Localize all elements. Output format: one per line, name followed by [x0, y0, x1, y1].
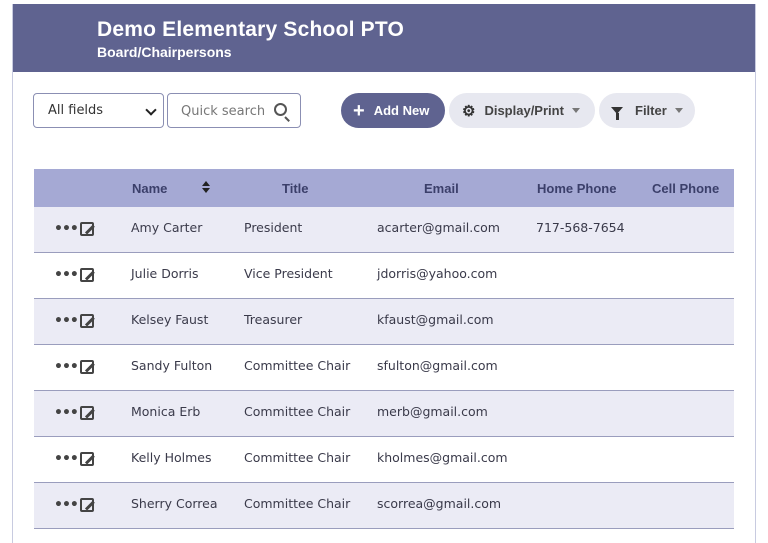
table-row[interactable]: ••• Kelsey Faust Treasurer kfaust@gmail.com — [34, 299, 734, 345]
add-new-button[interactable]: + Add New — [341, 93, 445, 128]
display-print-label: Display/Print — [484, 103, 564, 118]
cell-title: Vice President — [244, 266, 333, 281]
cell-email[interactable]: kfaust@gmail.com — [377, 312, 494, 327]
cell-name: Julie Dorris — [131, 266, 199, 281]
column-header-email[interactable]: Email — [424, 181, 459, 196]
edit-icon[interactable] — [80, 406, 94, 420]
more-options-icon[interactable]: ••• — [54, 267, 79, 283]
column-header-home-phone[interactable]: Home Phone — [537, 181, 616, 196]
more-options-icon[interactable]: ••• — [54, 221, 79, 237]
cell-title: President — [244, 220, 303, 235]
table-header: Name Title Email Home Phone Cell Phone — [34, 169, 734, 207]
cell-title: Committee Chair — [244, 450, 351, 465]
edit-icon[interactable] — [80, 314, 94, 328]
gear-icon: ⚙ — [462, 102, 476, 120]
edit-icon[interactable] — [80, 222, 94, 236]
display-print-button[interactable]: ⚙ Display/Print — [449, 93, 595, 128]
more-options-icon[interactable]: ••• — [54, 405, 79, 421]
page-title: Demo Elementary School PTO — [97, 18, 405, 41]
table-row[interactable]: ••• Monica Erb Committee Chair merb@gmail.c… — [34, 391, 734, 437]
funnel-icon — [611, 107, 623, 120]
cell-email[interactable]: merb@gmail.com — [377, 404, 488, 419]
chevron-down-icon — [145, 104, 157, 116]
cell-title: Treasurer — [244, 312, 303, 327]
filter-button[interactable]: Filter — [599, 93, 695, 128]
more-options-icon[interactable]: ••• — [54, 313, 79, 329]
field-select-value: All fields — [48, 103, 104, 118]
table-row[interactable]: ••• Amy Carter President acarter@gmail.com 7… — [34, 207, 734, 253]
cell-email[interactable]: sfulton@gmail.com — [377, 358, 498, 373]
table-row[interactable]: ••• Kelly Holmes Committee Chair kholmes@gm… — [34, 437, 734, 483]
plus-icon: + — [353, 99, 365, 122]
search-icon[interactable] — [274, 103, 287, 116]
more-options-icon[interactable]: ••• — [54, 451, 79, 467]
edit-icon[interactable] — [80, 452, 94, 466]
page-header: Demo Elementary School PTO Board/Chairpe… — [13, 4, 755, 72]
field-select[interactable]: All fields — [33, 93, 164, 128]
cell-title: Committee Chair — [244, 404, 351, 419]
caret-down-icon — [571, 108, 580, 113]
table-row[interactable]: ••• Julie Dorris Vice President jdorris@yah… — [34, 253, 734, 299]
edit-icon[interactable] — [80, 268, 94, 282]
cell-title: Committee Chair — [244, 358, 351, 373]
cell-email[interactable]: acarter@gmail.com — [377, 220, 500, 235]
filter-label: Filter — [635, 103, 667, 118]
page-subtitle: Board/Chairpersons — [97, 44, 232, 60]
quick-search-input[interactable]: Quick search — [167, 93, 301, 128]
table-row[interactable]: ••• Sandy Fulton Committee Chair sfulton@gm… — [34, 345, 734, 391]
cell-name: Sherry Correa — [131, 496, 218, 511]
more-options-icon[interactable]: ••• — [54, 497, 79, 513]
column-header-name[interactable]: Name — [132, 181, 167, 196]
cell-name: Kelsey Faust — [131, 312, 209, 327]
column-header-cell-phone[interactable]: Cell Phone — [652, 181, 719, 196]
cell-title: Committee Chair — [244, 496, 351, 511]
cell-name: Kelly Holmes — [131, 450, 212, 465]
cell-email[interactable]: scorrea@gmail.com — [377, 496, 501, 511]
caret-down-icon — [674, 108, 683, 113]
table-row[interactable]: ••• Sherry Correa Committee Chair scorrea@g… — [34, 483, 734, 529]
cell-name: Sandy Fulton — [131, 358, 213, 373]
sort-icon[interactable] — [202, 181, 212, 195]
column-header-title[interactable]: Title — [282, 181, 309, 196]
more-options-icon[interactable]: ••• — [54, 359, 79, 375]
search-placeholder: Quick search — [181, 104, 266, 119]
edit-icon[interactable] — [80, 360, 94, 374]
members-table: Name Title Email Home Phone Cell Phone •… — [34, 169, 734, 529]
cell-name: Amy Carter — [131, 220, 203, 235]
table-body: ••• Amy Carter President acarter@gmail.com 7… — [34, 207, 734, 529]
app-frame: Demo Elementary School PTO Board/Chairpe… — [12, 4, 756, 543]
cell-email[interactable]: jdorris@yahoo.com — [377, 266, 497, 281]
cell-home-phone: 717-568-7654 — [536, 220, 625, 235]
edit-icon[interactable] — [80, 498, 94, 512]
cell-name: Monica Erb — [131, 404, 201, 419]
add-new-label: Add New — [373, 103, 430, 118]
cell-email[interactable]: kholmes@gmail.com — [377, 450, 508, 465]
